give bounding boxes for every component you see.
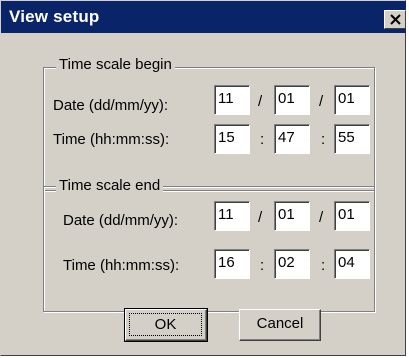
time-scale-end-group: Time scale end (43, 177, 375, 312)
date-separator: / (319, 209, 324, 226)
ok-button[interactable]: OK (124, 308, 208, 342)
begin-date-label: Date (dd/mm/yy): (53, 97, 169, 114)
cancel-button[interactable]: Cancel (239, 309, 321, 341)
group-legend: Time scale end (56, 177, 164, 194)
time-separator: : (260, 257, 265, 274)
window-title: View setup (9, 7, 100, 26)
begin-time-label: Time (hh:mm:ss): (53, 131, 170, 148)
begin-hour-field[interactable]: 15 (214, 124, 250, 154)
time-scale-begin-group: Time scale begin (43, 56, 375, 191)
begin-day-field[interactable]: 11 (214, 85, 250, 115)
end-hour-field[interactable]: 16 (214, 249, 250, 279)
group-legend: Time scale begin (56, 56, 175, 73)
title-bar[interactable]: View setup (1, 1, 406, 33)
ok-button-label: OK (129, 313, 202, 336)
end-year-field[interactable]: 01 (334, 201, 370, 231)
view-setup-dialog: View setup Time scale begin Date (dd/mm/… (0, 0, 406, 356)
end-minute-field[interactable]: 02 (274, 249, 310, 279)
close-button[interactable] (384, 10, 406, 29)
begin-month-field[interactable]: 01 (274, 85, 310, 115)
end-second-field[interactable]: 04 (334, 249, 370, 279)
begin-year-field[interactable]: 01 (334, 85, 370, 115)
end-day-field[interactable]: 11 (214, 201, 250, 231)
time-separator: : (260, 131, 265, 148)
end-time-label: Time (hh:mm:ss): (63, 257, 180, 274)
close-icon (390, 14, 401, 25)
begin-minute-field[interactable]: 47 (274, 124, 310, 154)
end-date-label: Date (dd/mm/yy): (63, 212, 179, 229)
time-separator: : (321, 257, 326, 274)
date-separator: / (258, 209, 263, 226)
time-separator: : (321, 131, 326, 148)
date-separator: / (319, 93, 324, 110)
date-separator: / (258, 93, 263, 110)
begin-second-field[interactable]: 55 (334, 124, 370, 154)
end-month-field[interactable]: 01 (274, 201, 310, 231)
